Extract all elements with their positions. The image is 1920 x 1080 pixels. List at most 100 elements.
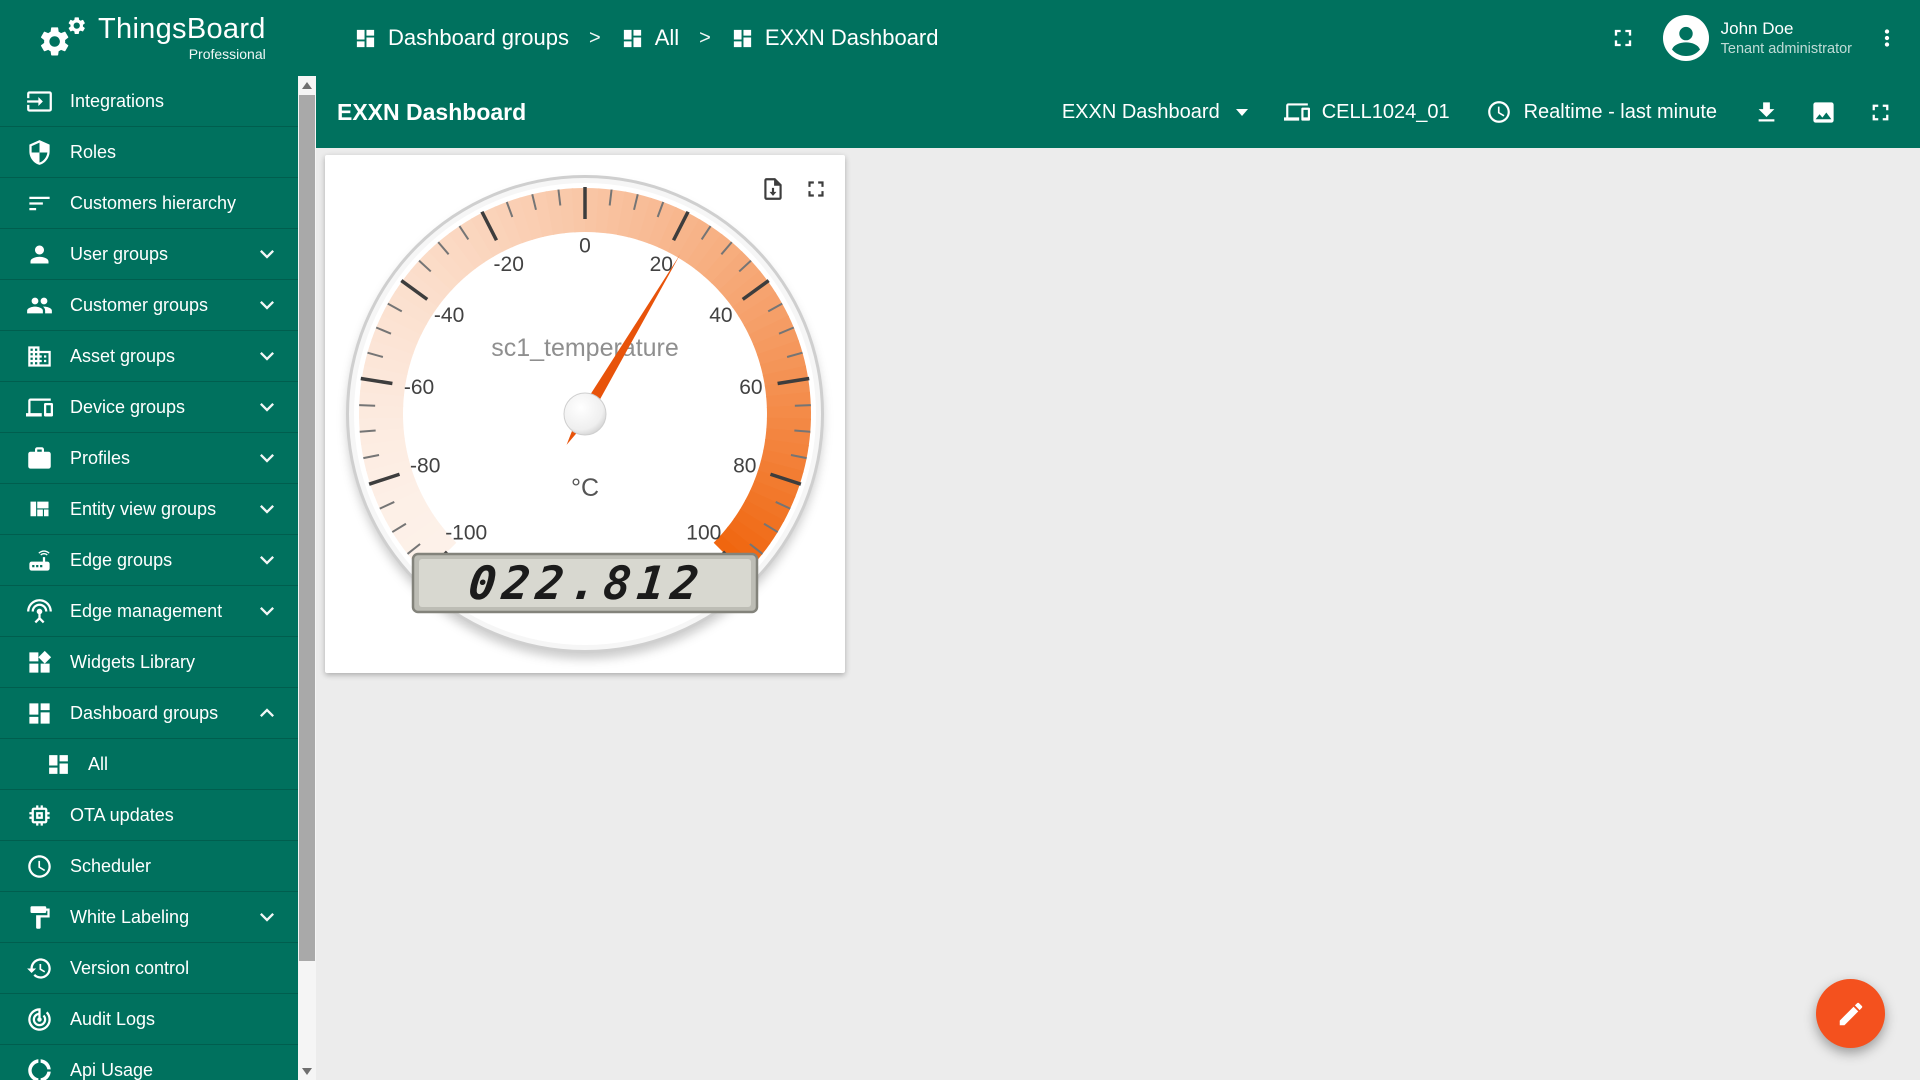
scrollbar-thumb[interactable] <box>299 95 315 961</box>
sidebar-item-widgets-library[interactable]: Widgets Library <box>0 637 298 688</box>
chevron-down-icon <box>253 444 281 472</box>
sidebar-item-asset-groups[interactable]: Asset groups <box>0 331 298 382</box>
scheduler-icon <box>26 853 53 880</box>
sidebar-item-version-control[interactable]: Version control <box>0 943 298 994</box>
gauge-widget-card: -100-80-60-40-20020406080100sc1_temperat… <box>325 155 845 673</box>
user-role: Tenant administrator <box>1721 40 1852 59</box>
sidebar-item-edge-groups[interactable]: Edge groups <box>0 535 298 586</box>
timewindow-button[interactable]: Realtime - last minute <box>1486 99 1717 125</box>
dashboard-select[interactable]: EXXN Dashboard <box>1062 101 1248 124</box>
entity-select[interactable]: CELL1024_01 <box>1284 99 1450 125</box>
dashboards-icon <box>354 27 377 50</box>
fullscreen-icon[interactable] <box>1867 99 1894 126</box>
sidebar-item-label: Dashboard groups <box>70 703 218 724</box>
sidebar-item-label: Customers hierarchy <box>70 193 236 214</box>
dashboard-groups-icon <box>26 700 53 727</box>
sidebar-item-customers-hierarchy[interactable]: Customers hierarchy <box>0 178 298 229</box>
sidebar-item-label: Asset groups <box>70 346 175 367</box>
audit-logs-icon <box>26 1006 53 1033</box>
sidebar-item-ota-updates[interactable]: OTA updates <box>0 790 298 841</box>
sidebar-item-roles[interactable]: Roles <box>0 127 298 178</box>
app-edition: Professional <box>98 46 266 62</box>
chevron-down-icon <box>253 546 281 574</box>
widget-fullscreen-icon[interactable] <box>803 176 829 202</box>
top-header: ThingsBoard Professional Dashboard group… <box>0 0 1920 76</box>
dashboards-icon <box>621 27 644 50</box>
image-icon[interactable] <box>1810 99 1837 126</box>
gauge-value: 022.812 <box>466 556 707 610</box>
sidebar-item-integrations[interactable]: Integrations <box>0 76 298 127</box>
profiles-icon <box>26 445 53 472</box>
sidebar-item-label: Integrations <box>70 91 164 112</box>
app-title: ThingsBoard <box>98 14 266 44</box>
sidebar-scrollbar[interactable] <box>298 76 316 1080</box>
dashboard-groups-icon <box>46 752 71 777</box>
dashboard-content: -100-80-60-40-20020406080100sc1_temperat… <box>316 148 1920 1080</box>
sidebar-item-api-usage[interactable]: Api Usage <box>0 1045 298 1080</box>
sidebar-item-device-groups[interactable]: Device groups <box>0 382 298 433</box>
breadcrumb-exxn-dashboard[interactable]: EXXN Dashboard <box>731 25 939 51</box>
sidebar-item-label: Edge groups <box>70 550 172 571</box>
gauge-svg: -100-80-60-40-20020406080100sc1_temperat… <box>325 155 845 673</box>
avatar[interactable] <box>1663 15 1709 61</box>
sidebar-item-audit-logs[interactable]: Audit Logs <box>0 994 298 1045</box>
gauge-tick-label: -40 <box>434 304 464 327</box>
sidebar-item-label: Version control <box>70 958 189 979</box>
widgets-library-icon <box>26 649 53 676</box>
sidebar-item-label: Widgets Library <box>70 652 195 673</box>
ota-updates-icon <box>26 802 53 829</box>
gauge-tick-label: 100 <box>686 521 721 544</box>
device-icon <box>1284 99 1310 125</box>
gauge-tick-label: -60 <box>404 376 434 399</box>
sidebar-item-label: Roles <box>70 142 116 163</box>
dashboard-toolbar: EXXN Dashboard EXXN Dashboard CELL1024_0… <box>316 76 1920 148</box>
edit-dashboard-fab[interactable] <box>1816 979 1885 1048</box>
sidebar-item-label: Entity view groups <box>70 499 216 520</box>
sidebar-item-label: Edge management <box>70 601 222 622</box>
sidebar-item-scheduler[interactable]: Scheduler <box>0 841 298 892</box>
export-widget-data-icon[interactable] <box>760 176 786 202</box>
fullscreen-icon[interactable] <box>1609 24 1637 52</box>
gauge-tick-label: -80 <box>410 454 440 477</box>
sidebar-item-user-groups[interactable]: User groups <box>0 229 298 280</box>
sidebar-item-customer-groups[interactable]: Customer groups <box>0 280 298 331</box>
user-menu[interactable]: John Doe Tenant administrator <box>1721 18 1852 59</box>
sidebar-item-label: User groups <box>70 244 168 265</box>
sidebar-item-label: White Labeling <box>70 907 189 928</box>
sidebar-item-entity-view-groups[interactable]: Entity view groups <box>0 484 298 535</box>
gauge-needle-hub <box>564 393 606 435</box>
logo-text: ThingsBoard Professional <box>98 14 266 61</box>
sidebar-item-white-labeling[interactable]: White Labeling <box>0 892 298 943</box>
download-icon[interactable] <box>1753 99 1780 126</box>
chevron-up-icon <box>253 699 281 727</box>
white-labeling-icon <box>26 904 53 931</box>
user-name: John Doe <box>1721 18 1852 40</box>
chevron-down-icon <box>253 393 281 421</box>
toolbar-controls: EXXN Dashboard CELL1024_01 Realtime - la… <box>1062 99 1894 126</box>
breadcrumb-label: All <box>655 25 679 51</box>
scrollbar-up-arrow[interactable] <box>298 76 316 94</box>
clock-icon <box>1486 99 1512 125</box>
dashboards-icon <box>731 27 754 50</box>
breadcrumb-all[interactable]: All <box>621 25 679 51</box>
sidebar-item-label: Device groups <box>70 397 185 418</box>
gauge-tick-label: 40 <box>709 304 732 327</box>
api-usage-icon <box>26 1057 53 1080</box>
entity-name: CELL1024_01 <box>1322 101 1450 124</box>
roles-icon <box>26 139 53 166</box>
timewindow-value: Realtime - last minute <box>1524 101 1717 124</box>
temperature-gauge: -100-80-60-40-20020406080100sc1_temperat… <box>325 155 845 673</box>
app-logo[interactable]: ThingsBoard Professional <box>0 14 298 61</box>
sidebar-item-edge-management[interactable]: Edge management <box>0 586 298 637</box>
edge-management-icon <box>26 598 53 625</box>
sidebar-item-dashboard-groups[interactable]: Dashboard groups <box>0 688 298 739</box>
sidebar-item-profiles[interactable]: Profiles <box>0 433 298 484</box>
chevron-down-icon <box>253 903 281 931</box>
dashboard-select-value: EXXN Dashboard <box>1062 101 1220 124</box>
more-menu-icon[interactable] <box>1874 25 1900 51</box>
breadcrumb-dashboard-groups[interactable]: Dashboard groups <box>354 25 569 51</box>
sidebar-item-all[interactable]: All <box>0 739 298 790</box>
breadcrumb-separator: > <box>699 27 711 50</box>
scrollbar-down-arrow[interactable] <box>298 1062 316 1080</box>
gauge-tick-label: 80 <box>733 454 756 477</box>
